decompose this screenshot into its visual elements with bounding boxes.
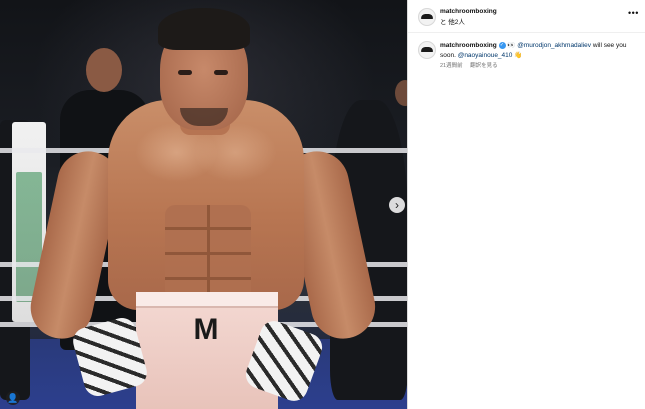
- post-photo[interactable]: M › 👤: [0, 0, 407, 409]
- ellipsis-icon[interactable]: •••: [628, 8, 639, 18]
- eyes-emoji: 👀: [507, 42, 516, 49]
- post-side-panel: matchroomboxing と 他2人 ••• matchroomboxin…: [407, 0, 645, 409]
- mention-link[interactable]: @murodjon_akhmadaliev: [517, 42, 591, 49]
- caption-meta: 21週間前 翻訳を見る: [440, 61, 504, 69]
- timestamp[interactable]: 21週間前: [440, 63, 463, 69]
- fighter-eye-right: [214, 70, 228, 75]
- fighter-eye-left: [178, 70, 192, 75]
- fighter-abs: [165, 205, 251, 300]
- background-spectator-head: [395, 80, 407, 106]
- next-photo-button[interactable]: ›: [389, 197, 405, 213]
- matchroom-logo-icon: [421, 14, 433, 19]
- avatar[interactable]: [418, 8, 436, 26]
- tagged-people-button[interactable]: 👤: [6, 391, 20, 405]
- caption-avatar[interactable]: [418, 41, 436, 59]
- wave-emoji: 👋: [514, 51, 523, 59]
- verified-badge-icon: ✓: [498, 41, 506, 49]
- person-tag-icon: 👤: [7, 393, 19, 403]
- trunks-logo: M: [193, 313, 219, 346]
- mention-link[interactable]: @naoyainoue_410: [458, 52, 513, 59]
- caption-username[interactable]: matchroomboxing: [440, 42, 497, 49]
- header-username[interactable]: matchroomboxing: [440, 8, 497, 15]
- caption: matchroomboxing ✓ 👀 @murodjon_akhmadalie…: [440, 41, 636, 60]
- post-header: matchroomboxing と 他2人 •••: [408, 0, 645, 33]
- background-trainer-head: [86, 48, 122, 92]
- chevron-right-icon: ›: [395, 198, 399, 212]
- translate-link[interactable]: 翻訳を見る: [470, 63, 498, 69]
- fighter-hair: [158, 8, 250, 50]
- matchroom-logo-icon: [421, 47, 433, 52]
- header-coauthors[interactable]: と 他2人: [440, 16, 465, 26]
